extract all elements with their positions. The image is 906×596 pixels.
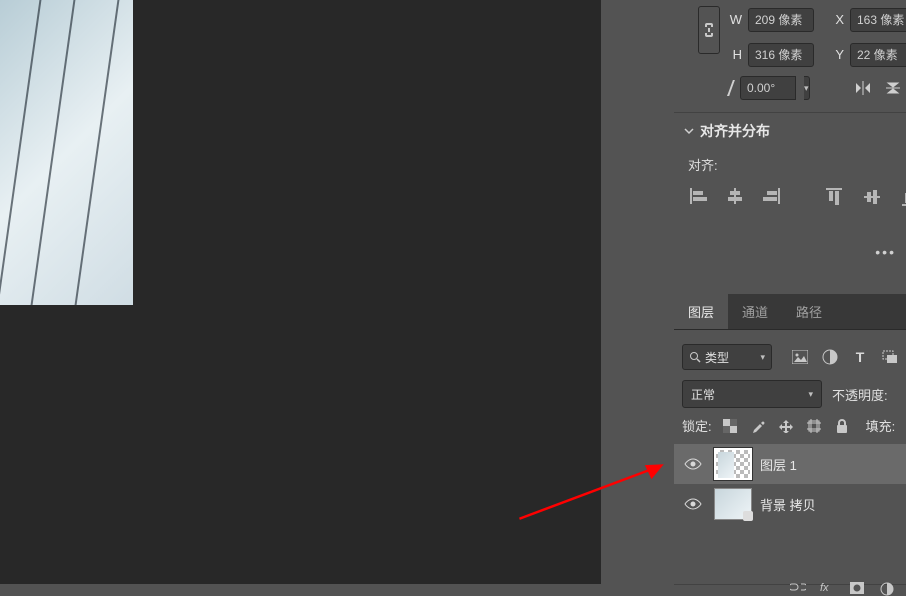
y-input[interactable] bbox=[850, 43, 906, 67]
filter-type-select[interactable]: 类型 ▾ bbox=[682, 344, 772, 370]
align-label: 对齐: bbox=[674, 149, 906, 180]
canvas-area[interactable] bbox=[0, 0, 601, 584]
y-label: Y bbox=[828, 47, 844, 62]
height-input[interactable] bbox=[748, 43, 814, 67]
transform-section: W X H Y ▾ bbox=[674, 0, 906, 112]
width-label: W bbox=[726, 12, 742, 27]
layer-filter-row: 类型 ▾ T bbox=[674, 338, 906, 376]
opacity-label: 不透明度: bbox=[832, 385, 888, 404]
layers-bottom-bar: fx bbox=[674, 584, 906, 593]
link-layers-icon[interactable] bbox=[790, 582, 806, 596]
layer-name: 背景 拷贝 bbox=[760, 495, 816, 514]
angle-input[interactable] bbox=[740, 76, 796, 100]
visibility-icon[interactable] bbox=[684, 455, 702, 473]
blend-mode-label: 正常 bbox=[691, 386, 715, 403]
panel-tabs: 图层 通道 路径 bbox=[674, 294, 906, 330]
smart-object-badge bbox=[743, 511, 753, 521]
filter-adjust-icon[interactable] bbox=[822, 349, 838, 365]
fx-icon[interactable]: fx bbox=[820, 582, 836, 596]
blend-mode-select[interactable]: 正常 ▾ bbox=[682, 380, 822, 408]
more-options-icon[interactable]: ••• bbox=[875, 244, 896, 260]
lock-all-icon[interactable] bbox=[834, 418, 850, 434]
align-title: 对齐并分布 bbox=[700, 121, 770, 141]
width-input[interactable] bbox=[748, 8, 814, 32]
angle-dropdown[interactable]: ▾ bbox=[804, 76, 810, 100]
tab-channels[interactable]: 通道 bbox=[728, 294, 782, 329]
adjustment-icon[interactable] bbox=[880, 582, 896, 596]
canvas-image bbox=[0, 0, 133, 305]
flip-horizontal-icon[interactable] bbox=[854, 81, 870, 95]
align-top-icon[interactable] bbox=[826, 188, 846, 206]
layer-item[interactable]: 背景 拷贝 bbox=[674, 484, 906, 524]
align-hcenter-icon[interactable] bbox=[726, 188, 744, 206]
filter-image-icon[interactable] bbox=[792, 349, 808, 365]
x-label: X bbox=[828, 12, 844, 27]
align-section-header[interactable]: 对齐并分布 bbox=[674, 112, 906, 149]
align-right-icon[interactable] bbox=[762, 188, 780, 206]
filter-shape-icon[interactable] bbox=[882, 349, 898, 365]
filter-type-label: 类型 bbox=[705, 349, 760, 366]
tab-paths[interactable]: 路径 bbox=[782, 294, 836, 329]
properties-panel: W X H Y ▾ bbox=[674, 0, 906, 593]
align-bottom-icon[interactable] bbox=[902, 188, 906, 206]
fill-label: 填充: bbox=[866, 416, 896, 435]
align-vcenter-icon[interactable] bbox=[864, 188, 884, 206]
chevron-down-icon: ▾ bbox=[760, 352, 765, 363]
lock-artboard-icon[interactable] bbox=[806, 418, 822, 434]
layers-list: 图层 1 背景 拷贝 bbox=[674, 444, 906, 524]
lock-position-icon[interactable] bbox=[778, 418, 794, 434]
mask-icon[interactable] bbox=[850, 582, 866, 596]
visibility-icon[interactable] bbox=[684, 495, 702, 513]
x-input[interactable] bbox=[850, 8, 906, 32]
align-left-icon[interactable] bbox=[690, 188, 708, 206]
chevron-down-icon bbox=[684, 126, 694, 136]
tab-layers[interactable]: 图层 bbox=[674, 294, 728, 329]
align-buttons bbox=[674, 180, 906, 214]
link-wh-icon[interactable] bbox=[698, 6, 720, 54]
chevron-down-icon: ▾ bbox=[808, 389, 813, 400]
layer-item[interactable]: 图层 1 bbox=[674, 444, 906, 484]
filter-text-icon[interactable]: T bbox=[852, 349, 868, 365]
search-icon bbox=[689, 351, 701, 363]
panel-gap bbox=[601, 0, 674, 593]
layer-name: 图层 1 bbox=[760, 455, 797, 474]
lock-row: 锁定: 填充: bbox=[674, 410, 906, 441]
layer-thumbnail[interactable] bbox=[714, 448, 752, 480]
layer-thumbnail[interactable] bbox=[714, 488, 752, 520]
flip-vertical-icon[interactable] bbox=[884, 81, 900, 95]
blend-row: 正常 ▾ 不透明度: bbox=[674, 374, 906, 414]
height-label: H bbox=[726, 47, 742, 62]
lock-transparent-icon[interactable] bbox=[722, 418, 738, 434]
lock-label: 锁定: bbox=[682, 416, 712, 435]
lock-paint-icon[interactable] bbox=[750, 418, 766, 434]
angle-icon bbox=[727, 80, 735, 96]
